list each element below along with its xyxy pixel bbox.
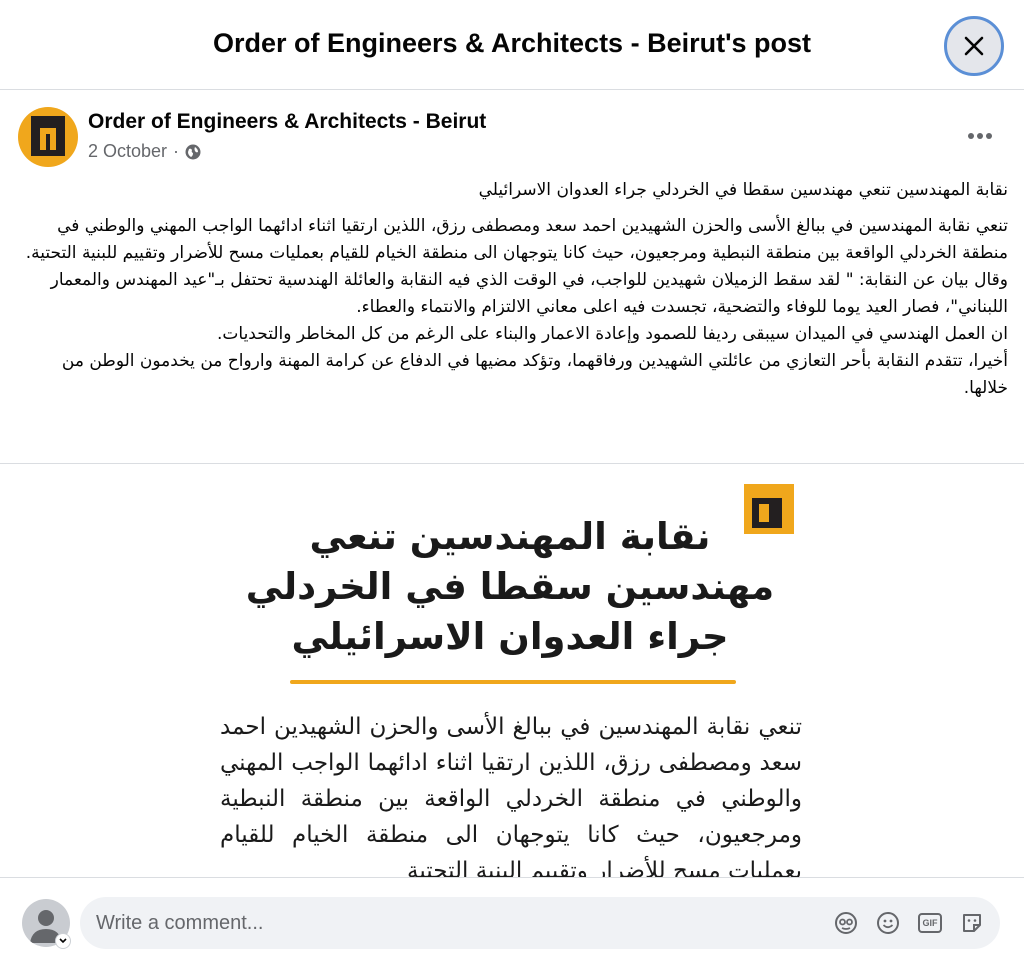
more-options-button[interactable]: [962, 121, 998, 151]
post-paragraph: تنعي نقابة المهندسين في ببالغ الأسى والح…: [25, 216, 1008, 263]
globe-icon: [185, 144, 201, 159]
post-header: Order of Engineers & Architects - Beirut…: [18, 107, 1008, 171]
post-text: نقابة المهندسين تنعي مهندسين سقطا في الخ…: [18, 177, 1008, 402]
comment-box: GIF: [80, 897, 1000, 949]
post-paragraph: وقال بيان عن النقابة: " لقد سقط الزميلان…: [50, 270, 1008, 317]
post-date-link[interactable]: 2 October: [88, 141, 167, 162]
image-headline-line: مهندسين سقطا في الخردلي: [245, 565, 775, 608]
close-icon: [964, 36, 984, 56]
close-button[interactable]: [944, 16, 1004, 76]
comment-input[interactable]: [96, 897, 796, 949]
page-name-link[interactable]: Order of Engineers & Architects - Beirut: [88, 110, 486, 134]
chevron-down-icon: [59, 938, 67, 944]
emoji-button[interactable]: [874, 909, 902, 937]
post-image[interactable]: نقابة المهندسين تنعي مهندسين سقطا في الخ…: [0, 464, 1024, 877]
image-accent-rule: [290, 680, 736, 684]
more-horizontal-icon: [968, 133, 992, 139]
comment-bar: GIF: [0, 877, 1024, 973]
avatar-sticker-icon: [835, 912, 857, 934]
post-meta: 2 October ·: [88, 141, 201, 162]
page-avatar[interactable]: [18, 107, 78, 167]
emoji-icon: [877, 912, 899, 934]
post-headline: نقابة المهندسين تنعي مهندسين سقطا في الخ…: [478, 180, 1008, 200]
post-paragraph: أخيرا، تتقدم النقابة بأحر التعازي من عائ…: [61, 351, 1008, 398]
post-body: تنعي نقابة المهندسين في ببالغ الأسى والح…: [18, 213, 1008, 402]
post-paragraph: ان العمل الهندسي في الميدان سيبقى رديفا …: [216, 324, 1008, 344]
modal-header: Order of Engineers & Architects - Beirut…: [0, 0, 1024, 90]
image-body-text: تنعي نقابة المهندسين في ببالغ الأسى والح…: [220, 714, 802, 877]
image-headline-line: نقابة المهندسين تنعي: [309, 515, 711, 558]
image-headline: نقابة المهندسين تنعي مهندسين سقطا في الخ…: [200, 512, 820, 662]
profile-switch-button[interactable]: [55, 933, 71, 949]
gif-button[interactable]: GIF: [916, 909, 944, 937]
image-headline-line: جراء العدوان الاسرائيلي: [291, 615, 729, 658]
comment-tools: GIF: [832, 909, 986, 937]
sticker-icon: [963, 914, 981, 932]
gif-icon: GIF: [918, 913, 942, 933]
logo-icon: [31, 116, 65, 156]
modal-title: Order of Engineers & Architects - Beirut…: [212, 28, 812, 58]
sticker-button[interactable]: [958, 909, 986, 937]
avatar-sticker-button[interactable]: [832, 909, 860, 937]
post-scroll-area[interactable]: Order of Engineers & Architects - Beirut…: [0, 91, 1024, 877]
